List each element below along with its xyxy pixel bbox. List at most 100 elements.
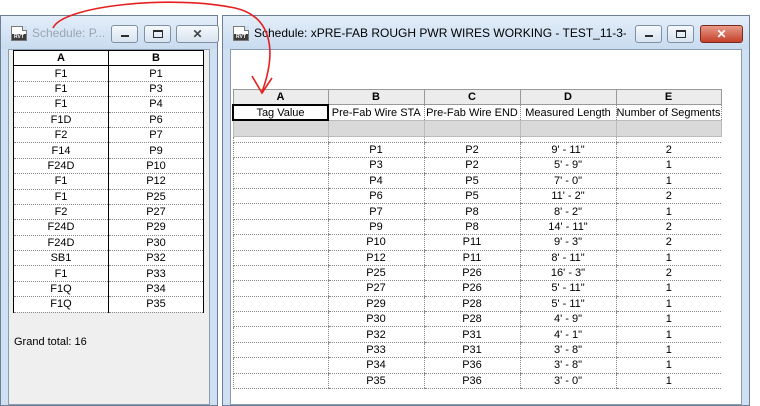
- table-cell[interactable]: P30: [327, 311, 424, 328]
- table-row[interactable]: P29 P28 5' - 11" 1: [232, 296, 721, 313]
- column-name-header[interactable]: Measured Length: [519, 104, 617, 121]
- table-row[interactable]: P34 P36 3' - 8" 1: [232, 357, 721, 374]
- table-row[interactable]: F1 P25: [13, 188, 204, 205]
- table-cell[interactable]: P9: [108, 142, 204, 159]
- table-row[interactable]: F1Q P35: [13, 296, 204, 313]
- table-cell[interactable]: 8' - 11": [519, 250, 616, 266]
- table-cell[interactable]: 1: [615, 173, 721, 189]
- table-row[interactable]: P35 P36 3' - 0" 1: [232, 373, 721, 390]
- table-cell[interactable]: P36: [423, 357, 520, 374]
- table-row[interactable]: F1 P4: [13, 96, 204, 113]
- table-cell[interactable]: [232, 311, 328, 328]
- table-cell[interactable]: 4' - 1": [519, 326, 616, 343]
- table-cell[interactable]: [232, 357, 328, 374]
- table-cell[interactable]: 2: [615, 219, 721, 236]
- table-cell[interactable]: P1: [108, 65, 204, 82]
- table-cell[interactable]: 2: [615, 234, 721, 251]
- table-cell[interactable]: F24D: [13, 234, 109, 252]
- table-row[interactable]: F2 P7: [13, 126, 204, 144]
- table-cell[interactable]: [232, 296, 328, 313]
- table-cell[interactable]: P1: [327, 142, 424, 159]
- table-cell[interactable]: F1: [13, 80, 109, 98]
- table-cell[interactable]: P11: [423, 250, 520, 266]
- table-cell[interactable]: 2: [615, 142, 721, 159]
- table-cell[interactable]: [232, 219, 328, 236]
- table-row[interactable]: F1 P1: [13, 65, 204, 82]
- table-cell[interactable]: 1: [615, 296, 721, 313]
- column-letter-c[interactable]: C: [423, 88, 521, 106]
- column-letter-b[interactable]: B: [327, 88, 425, 106]
- table-cell[interactable]: P5: [423, 173, 520, 189]
- table-cell[interactable]: P28: [423, 311, 520, 328]
- close-button[interactable]: ✕: [700, 25, 743, 43]
- column-letter-e[interactable]: E: [615, 88, 722, 106]
- table-cell[interactable]: P25: [108, 188, 204, 205]
- table-cell[interactable]: [232, 342, 328, 359]
- table-cell[interactable]: 3' - 0": [519, 373, 616, 390]
- table-cell[interactable]: 1: [615, 373, 721, 390]
- table-row[interactable]: P32 P31 4' - 1" 1: [232, 326, 721, 343]
- table-row[interactable]: P33 P31 3' - 8" 1: [232, 342, 721, 359]
- table-cell[interactable]: P4: [327, 173, 424, 189]
- table-cell[interactable]: P32: [108, 250, 204, 267]
- table-cell[interactable]: 2: [615, 265, 721, 282]
- table-cell[interactable]: P7: [327, 203, 424, 220]
- table-cell[interactable]: P5: [423, 188, 520, 205]
- table-cell[interactable]: [232, 142, 328, 159]
- maximize-button[interactable]: [667, 25, 694, 43]
- table-cell[interactable]: F1Q: [13, 280, 109, 298]
- table-cell[interactable]: P10: [327, 234, 424, 251]
- column-name-header[interactable]: Pre-Fab Wire STA: [327, 104, 425, 121]
- table-cell[interactable]: 1: [615, 203, 721, 220]
- table-cell[interactable]: P8: [423, 219, 520, 236]
- table-cell[interactable]: F24D: [13, 219, 109, 236]
- table-cell[interactable]: 1: [615, 326, 721, 343]
- table-cell[interactable]: 3' - 8": [519, 357, 616, 374]
- table-cell[interactable]: P25: [327, 265, 424, 282]
- table-row[interactable]: P7 P8 8' - 2" 1: [232, 203, 721, 220]
- minimize-button[interactable]: [635, 25, 662, 43]
- table-cell[interactable]: F1: [13, 188, 109, 205]
- table-cell[interactable]: F1: [13, 96, 109, 113]
- table-cell[interactable]: 1: [615, 280, 721, 297]
- table-cell[interactable]: P31: [423, 326, 520, 343]
- left-window-titlebar[interactable]: RVT Schedule: P... ✕: [1, 16, 219, 49]
- table-cell[interactable]: 1: [615, 157, 721, 174]
- table-cell[interactable]: [232, 280, 328, 297]
- table-cell[interactable]: 5' - 9": [519, 157, 616, 174]
- table-cell[interactable]: F1: [13, 173, 109, 190]
- minimize-button[interactable]: [111, 25, 138, 43]
- table-cell[interactable]: P2: [423, 142, 520, 159]
- table-cell[interactable]: P30: [108, 234, 204, 252]
- table-cell[interactable]: 8' - 2": [519, 203, 616, 220]
- table-cell[interactable]: P26: [423, 280, 520, 297]
- column-name-header[interactable]: Tag Value: [232, 103, 329, 122]
- table-cell[interactable]: [232, 188, 328, 205]
- maximize-button[interactable]: [144, 25, 171, 43]
- table-row[interactable]: P27 P26 5' - 11" 1: [232, 280, 721, 297]
- table-row[interactable]: P10 P11 9' - 3" 2: [232, 234, 721, 251]
- table-cell[interactable]: [232, 373, 328, 390]
- table-cell[interactable]: P29: [108, 219, 204, 236]
- table-cell[interactable]: F2: [13, 126, 109, 144]
- table-cell[interactable]: 3' - 8": [519, 342, 616, 359]
- table-row[interactable]: P4 P5 7' - 0" 1: [232, 173, 721, 189]
- table-cell[interactable]: P27: [327, 280, 424, 297]
- column-name-header[interactable]: Number of Segments: [615, 104, 722, 121]
- table-row[interactable]: F14 P9: [13, 142, 204, 159]
- column-letter-a[interactable]: A: [232, 88, 329, 106]
- table-row[interactable]: P6 P5 11' - 2" 2: [232, 188, 721, 205]
- table-cell[interactable]: P36: [423, 373, 520, 390]
- table-cell[interactable]: F2: [13, 203, 109, 221]
- table-row[interactable]: F1 P33: [13, 265, 204, 282]
- table-cell[interactable]: 14' - 11": [519, 219, 616, 236]
- table-cell[interactable]: 4' - 9": [519, 311, 616, 328]
- table-cell[interactable]: 5' - 11": [519, 280, 616, 297]
- table-cell[interactable]: P35: [108, 296, 204, 313]
- table-cell[interactable]: F1: [13, 265, 109, 282]
- table-cell[interactable]: P4: [108, 96, 204, 113]
- table-cell[interactable]: 1: [615, 311, 721, 328]
- table-cell[interactable]: P10: [108, 157, 204, 175]
- table-cell[interactable]: P7: [108, 126, 204, 144]
- table-row[interactable]: F24D P29: [13, 219, 204, 236]
